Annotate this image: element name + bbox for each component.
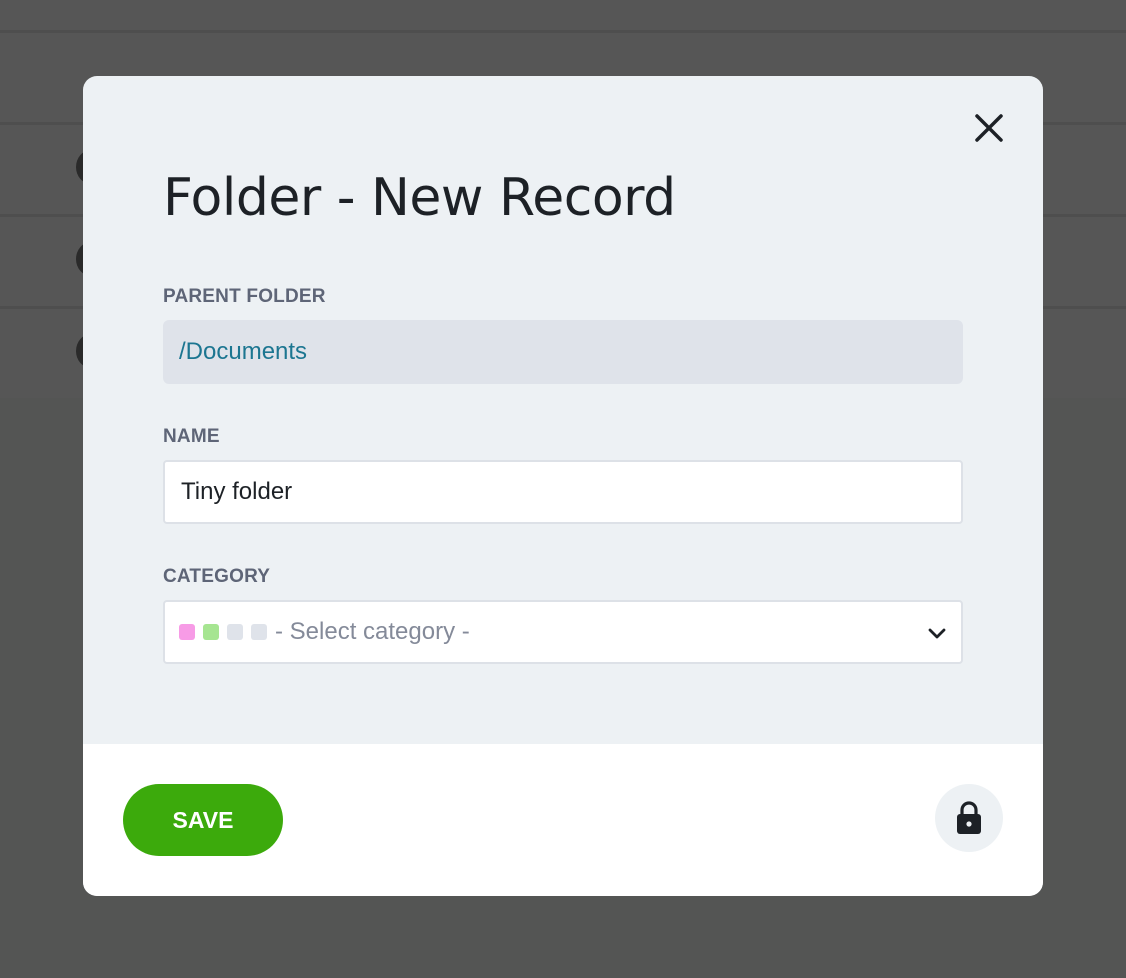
- category-select[interactable]: - Select category -: [163, 600, 963, 664]
- parent-folder-label: PARENT FOLDER: [163, 286, 326, 307]
- category-swatch: [251, 624, 267, 640]
- chevron-down-icon: [928, 628, 946, 639]
- parent-folder-value: /Documents: [179, 338, 308, 365]
- category-swatch: [203, 624, 219, 640]
- new-record-modal: Folder - New Record PARENT FOLDER /Docum…: [83, 76, 1043, 896]
- category-swatch: [179, 624, 195, 640]
- close-icon: [975, 114, 1003, 142]
- name-input[interactable]: [163, 460, 963, 524]
- category-placeholder: - Select category -: [275, 618, 470, 645]
- lock-button[interactable]: [935, 784, 1003, 852]
- category-swatch: [227, 624, 243, 640]
- save-button[interactable]: SAVE: [123, 784, 283, 856]
- lock-icon: [957, 801, 981, 834]
- parent-folder-field: /Documents: [163, 320, 963, 384]
- modal-footer: SAVE: [83, 744, 1043, 896]
- name-label: NAME: [163, 426, 220, 447]
- modal-title: Folder - New Record: [163, 168, 676, 228]
- category-label: CATEGORY: [163, 566, 271, 587]
- close-button[interactable]: [969, 108, 1009, 148]
- background-header: [0, 0, 1126, 30]
